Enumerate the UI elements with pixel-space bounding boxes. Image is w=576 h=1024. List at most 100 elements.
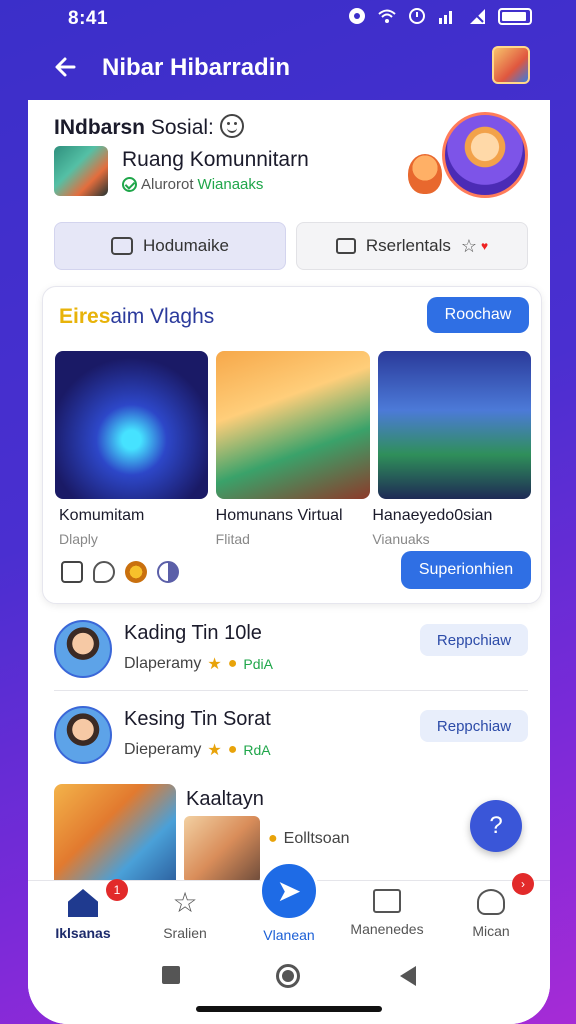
chat-icon — [335, 238, 356, 254]
community-sub-green: Wianaaks — [197, 176, 264, 193]
list-item-sub: Dieperamy ★ ● RdA — [124, 740, 271, 760]
user-icon — [477, 889, 505, 915]
tile-image[interactable] — [377, 351, 531, 499]
list-item-title: Kading Tin 10le — [124, 622, 262, 644]
list-item-title: Kesing Tin Sorat — [124, 708, 271, 730]
card-bottom-button[interactable]: Superionhien — [401, 551, 531, 589]
star-icon: ☆ — [172, 887, 198, 918]
list-item-tag: RdA — [243, 742, 271, 758]
coin-icon[interactable] — [125, 561, 147, 583]
tile-sub: Flitad — [215, 531, 250, 547]
coin-icon: ● — [227, 655, 238, 672]
folder-icon — [111, 237, 133, 255]
tile-caption: Homunans Virtual Flitad — [216, 507, 373, 547]
nav-label: Manenedes — [350, 921, 424, 937]
home-indicator[interactable] — [196, 1006, 382, 1012]
community-header: INdbarsn Sosial: Ruang Komunnitarn Aluro… — [28, 100, 550, 212]
help-fab[interactable]: ? — [470, 800, 522, 852]
community-thumbnail[interactable] — [54, 146, 108, 196]
list-item-sub: ● Eolltsoan — [268, 830, 350, 848]
card-title: Eiresaim Vlaghs — [59, 305, 214, 329]
coin-icon: ● — [227, 741, 238, 758]
nav-profile[interactable]: Mican — [446, 889, 536, 939]
tab-hodumaike[interactable]: Hodumaike — [54, 222, 286, 270]
list-item-sub-text: Dlaperamy — [124, 655, 202, 672]
list-item-thumbnail[interactable] — [184, 816, 260, 884]
home-icon — [68, 889, 98, 917]
star-icon: ★ — [207, 742, 222, 759]
tile-title[interactable]: Komumitam — [59, 507, 216, 525]
tile-image[interactable] — [216, 351, 370, 499]
tile-caption: Hanaeyedo0sian Vianuaks — [372, 507, 529, 547]
card-action-icons — [61, 561, 179, 583]
list-item-button[interactable]: Reppchiaw — [420, 624, 528, 656]
no-sim-icon — [468, 7, 486, 25]
list-item-button[interactable]: Reppchiaw — [420, 710, 528, 742]
tile-sub: Vianuaks — [372, 531, 430, 547]
recent-apps-icon[interactable] — [162, 966, 180, 984]
half-circle-icon[interactable] — [157, 561, 179, 583]
battery-icon — [498, 7, 532, 25]
tile-caption: Komumitam Dlaply — [59, 507, 216, 547]
comment-icon[interactable] — [93, 561, 115, 583]
heading-bold: INdbarsn — [54, 116, 146, 139]
community-name[interactable]: Ruang Komunnitarn — [122, 148, 309, 172]
notification-badge: › — [512, 873, 534, 895]
nav-label: Sralien — [163, 925, 207, 941]
list-item[interactable]: Kading Tin 10le Dlaperamy ★ ● PdiA Reppc… — [54, 608, 528, 690]
nav-favorites[interactable]: ☆ Sralien — [140, 887, 230, 942]
tab-rserlentals[interactable]: Rserlentals ☆ ♥ — [296, 222, 528, 270]
back-arrow-icon[interactable] — [52, 52, 82, 82]
calendar-icon[interactable] — [61, 561, 83, 583]
featured-card: Eiresaim Vlaghs Roochaw Komumitam Dlaply… — [42, 286, 542, 604]
status-bar: 8:41 — [0, 0, 576, 36]
hero-avatar[interactable] — [442, 112, 528, 198]
tile-title[interactable]: Hanaeyedo0sian — [372, 507, 529, 525]
tab-label: Rserlentals — [365, 236, 451, 255]
verified-check-icon — [122, 177, 137, 192]
tile-image[interactable] — [55, 351, 209, 499]
nav-center[interactable]: ➤ Vlanean — [244, 861, 334, 943]
list-item-tag: PdiA — [243, 656, 273, 672]
wifi-icon — [378, 7, 396, 25]
status-time: 8:41 — [68, 8, 109, 29]
share-icon — [373, 889, 401, 913]
list-item-sub-text: Eolltsoan — [283, 830, 350, 847]
tile-labels: Komumitam Dlaply Homunans Virtual Flitad… — [59, 507, 529, 547]
star-icon: ☆ — [460, 235, 478, 256]
page-title: Nibar Hibarradin — [102, 54, 291, 81]
nav-label: Iklsanas — [55, 925, 111, 941]
content-panel: INdbarsn Sosial: Ruang Komunnitarn Aluro… — [28, 100, 550, 1024]
system-nav — [28, 948, 550, 1024]
star-icon: ★ — [207, 656, 222, 673]
mascot-illustration — [408, 154, 442, 194]
nav-label: Vlanean — [263, 927, 315, 943]
back-triangle-icon[interactable] — [400, 966, 416, 986]
tile-sub: Dlaply — [59, 531, 98, 547]
profile-avatar[interactable] — [492, 46, 530, 84]
avatar — [54, 706, 112, 764]
home-button-icon[interactable] — [276, 964, 300, 988]
alarm-icon — [408, 7, 426, 25]
section-heading: INdbarsn Sosial: — [54, 116, 214, 140]
card-top-button[interactable]: Roochaw — [427, 297, 529, 333]
community-subtitle: Alurorot Wianaaks — [122, 176, 263, 193]
status-icons — [348, 7, 532, 25]
app-bar: Nibar Hibarradin — [0, 36, 576, 100]
smiley-icon[interactable] — [220, 114, 244, 138]
list-item[interactable]: Kesing Tin Sorat Dieperamy ★ ● RdA Reppc… — [54, 694, 528, 776]
tile-gallery — [55, 351, 531, 499]
list-item-image[interactable] — [54, 784, 176, 884]
lightning-icon: ➤ — [259, 861, 319, 921]
tile-title[interactable]: Homunans Virtual — [216, 507, 373, 525]
nav-share[interactable]: Manenedes — [342, 889, 432, 937]
heading-light: Sosial: — [150, 116, 214, 139]
tab-bar: Hodumaike Rserlentals ☆ ♥ — [54, 222, 528, 270]
divider — [54, 690, 528, 691]
tab-label: Hodumaike — [143, 236, 229, 255]
card-title-highlight: Eires — [59, 305, 111, 328]
list-item-title[interactable]: Kaaltayn — [186, 788, 264, 811]
nav-label: Mican — [472, 923, 510, 939]
emoji-icon: ● — [268, 830, 278, 847]
list-item-sub-text: Dieperamy — [124, 741, 202, 758]
